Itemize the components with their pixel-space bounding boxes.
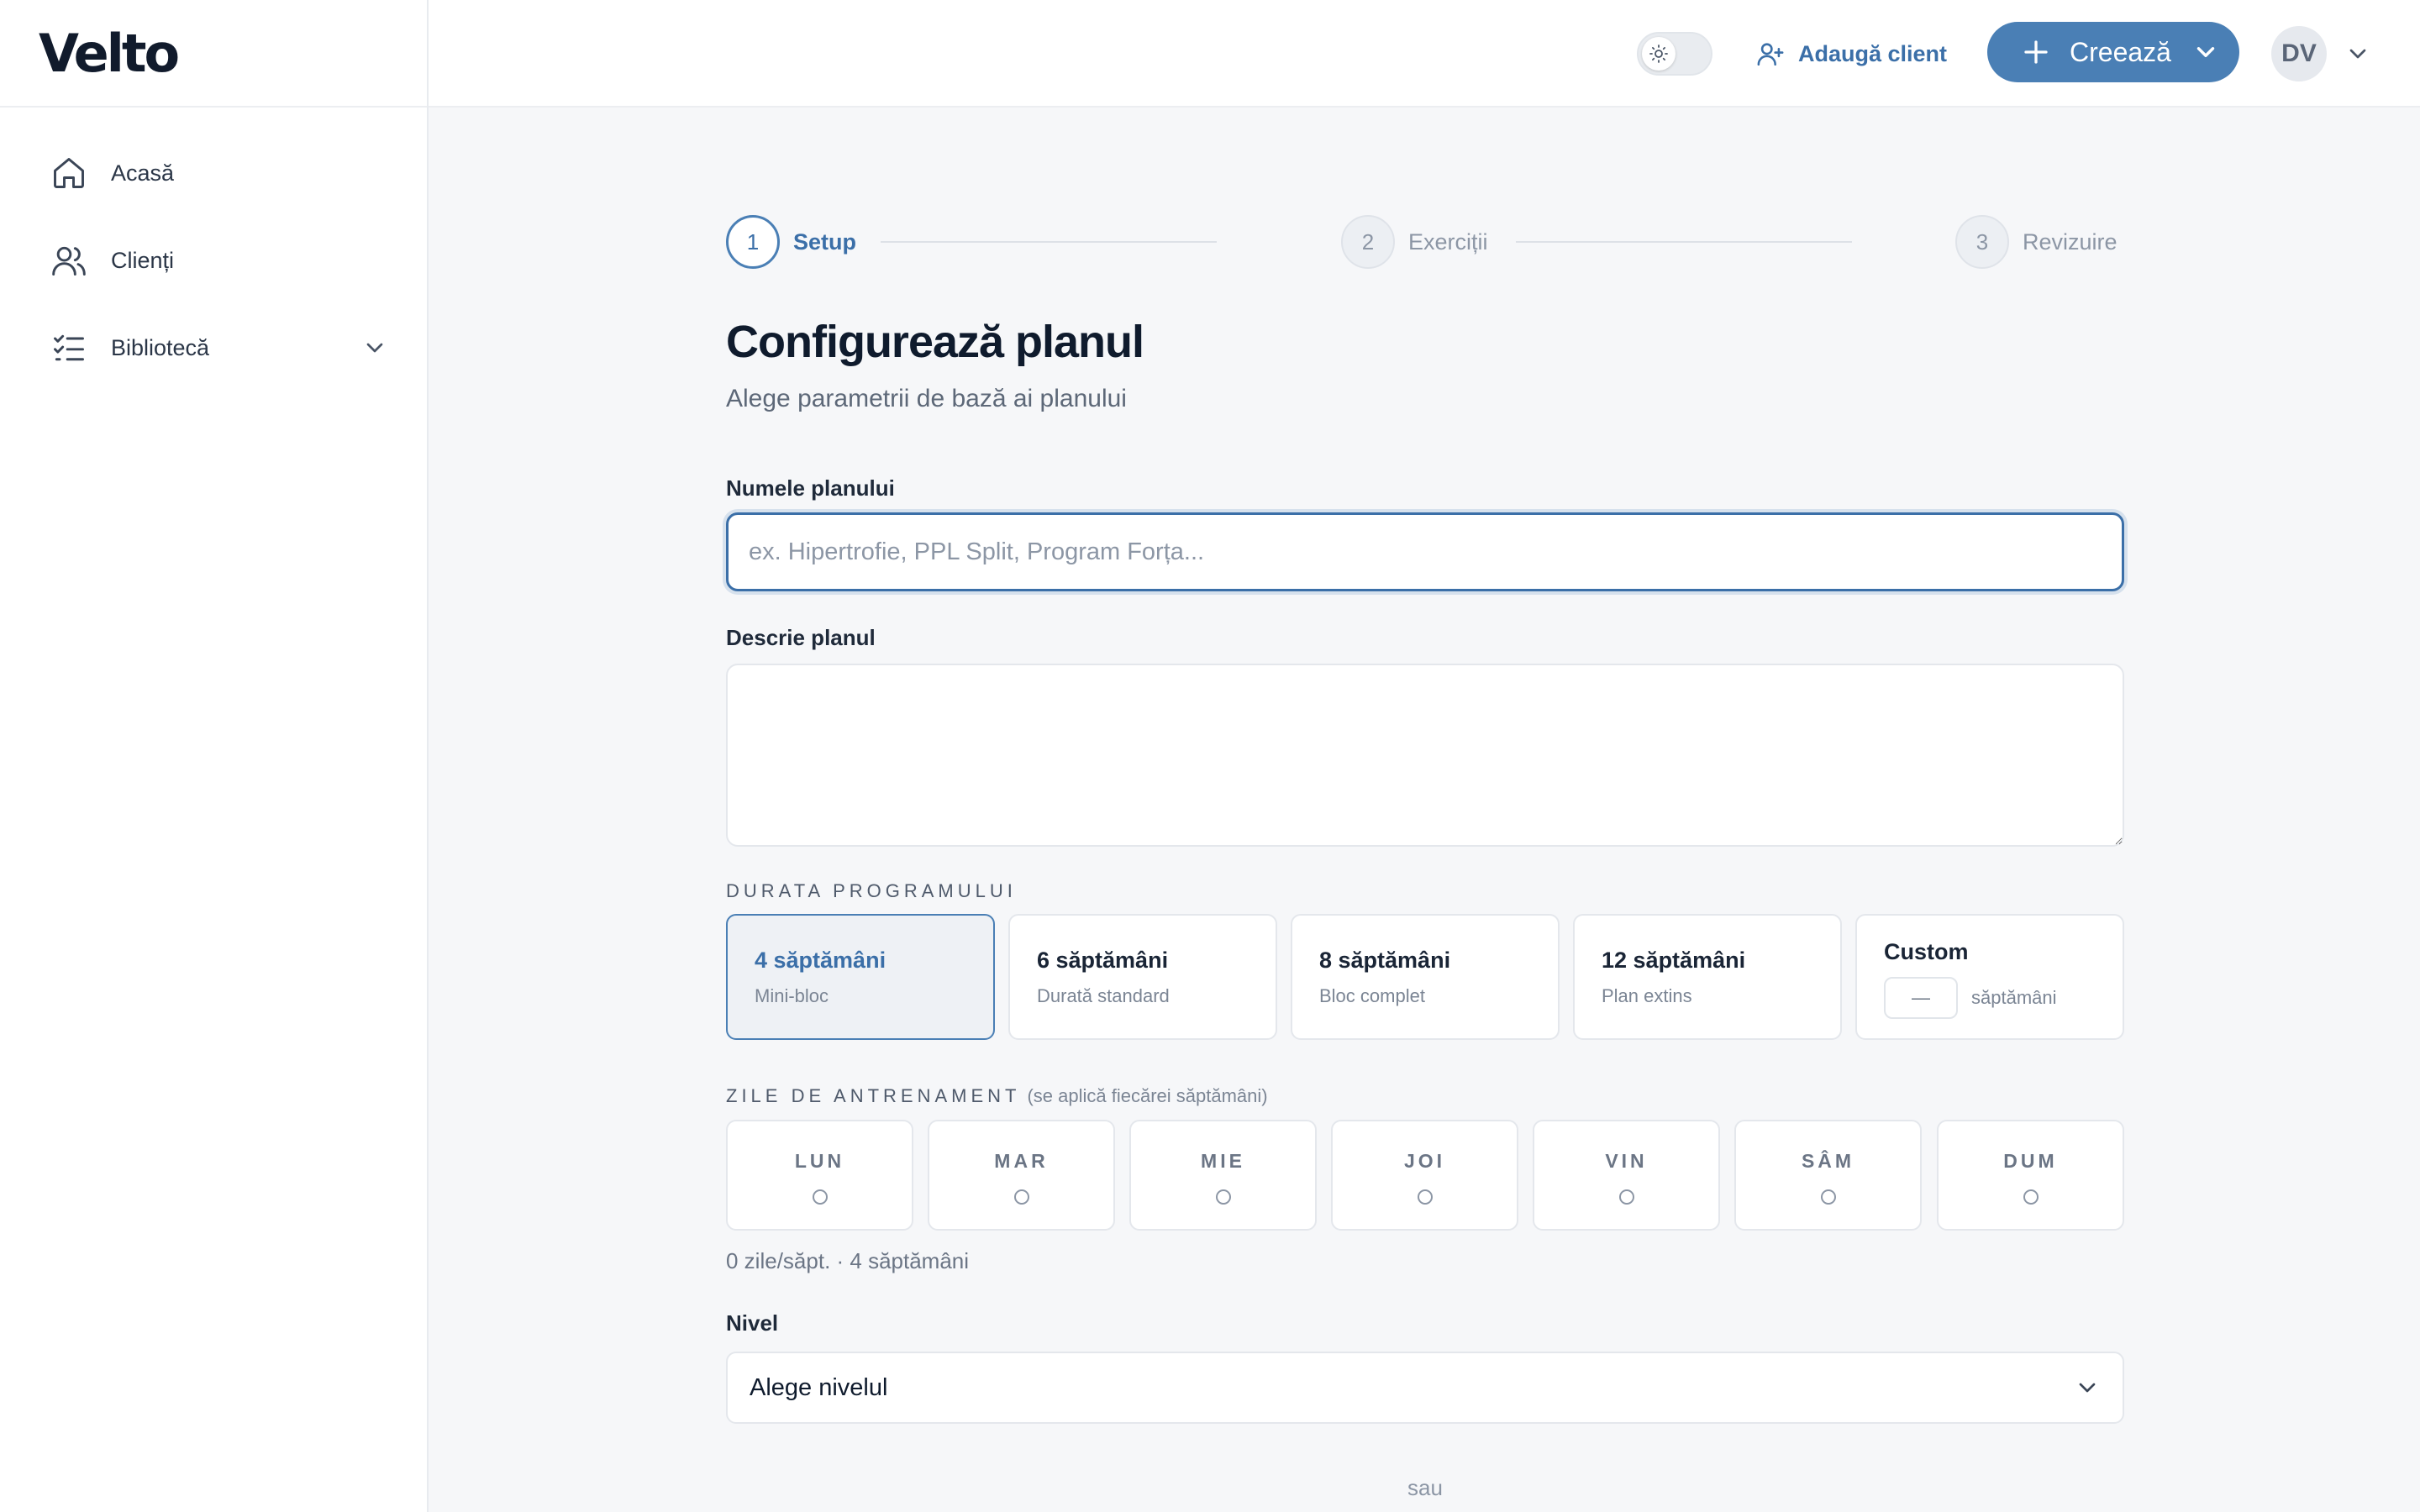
duration-option-6-weeks[interactable]: 6 săptămâni Durată standard — [1008, 914, 1277, 1040]
duration-option-custom[interactable]: Custom — săptămâni — [1855, 914, 2124, 1040]
checklist-icon — [54, 334, 84, 361]
duration-option-12-weeks[interactable]: 12 săptămâni Plan extins — [1573, 914, 1842, 1040]
day-name: MIE — [1201, 1150, 1245, 1172]
day-radio — [1820, 1189, 1836, 1205]
duration-option-title: 12 săptămâni — [1602, 948, 1746, 973]
day-radio — [2023, 1189, 2039, 1205]
day-name: LUN — [794, 1150, 845, 1172]
duration-option-title: Custom — [1884, 939, 1969, 964]
day-toggle-wed[interactable]: MIE — [1129, 1120, 1317, 1231]
day-toggle-fri[interactable]: VIN — [1533, 1120, 1720, 1231]
step-setup[interactable]: 1 Setup — [726, 215, 856, 269]
day-name: VIN — [1605, 1150, 1648, 1172]
day-radio — [1215, 1189, 1231, 1205]
level-select[interactable]: Alege nivelul — [726, 1352, 2124, 1424]
brand-logo[interactable]: Velto — [39, 23, 180, 84]
duration-option-subtitle: Plan extins — [1602, 985, 1692, 1006]
duration-option-4-weeks[interactable]: 4 săptămâni Mini-bloc — [726, 914, 995, 1040]
level-label: Nivel — [726, 1310, 779, 1336]
day-toggle-sun[interactable]: DUM — [1937, 1120, 2124, 1231]
plan-name-label: Numele planului — [726, 475, 895, 501]
step-number: 3 — [1955, 215, 2009, 269]
plan-description-label: Descrie planul — [726, 625, 876, 650]
day-name: MAR — [994, 1150, 1049, 1172]
sidebar: Velto Acasă Clienți Bibliotecă — [0, 0, 429, 1512]
step-review[interactable]: 3 Revizuire — [1955, 215, 2118, 269]
page-subtitle: Alege parametrii de bază ai planului — [726, 385, 1127, 412]
sidebar-item-library[interactable]: Bibliotecă — [50, 321, 388, 375]
users-icon — [52, 246, 86, 276]
duration-option-subtitle: Durată standard — [1037, 985, 1170, 1006]
day-radio — [1618, 1189, 1634, 1205]
duration-option-subtitle: Bloc complet — [1319, 985, 1425, 1006]
day-name: DUM — [2003, 1150, 2058, 1172]
stepper-connector — [881, 241, 1217, 243]
custom-weeks-input[interactable]: — — [1884, 977, 1958, 1019]
duration-option-subtitle: Mini-bloc — [755, 985, 829, 1006]
day-toggle-thu[interactable]: JOI — [1331, 1120, 1518, 1231]
custom-weeks-unit: săptămâni — [1971, 987, 2057, 1008]
sidebar-item-clients[interactable]: Clienți — [50, 234, 388, 287]
brand-header: Velto — [0, 0, 427, 108]
duration-options: 4 săptămâni Mini-bloc 6 săptămâni Durată… — [726, 914, 2124, 1040]
day-radio — [812, 1189, 828, 1205]
day-name: SÂM — [1801, 1150, 1855, 1172]
training-days: LUN MAR MIE JOI VIN SÂM DUM — [726, 1120, 2124, 1231]
sidebar-item-label: Bibliotecă — [111, 334, 210, 360]
day-toggle-tue[interactable]: MAR — [928, 1120, 1115, 1231]
day-radio — [1013, 1189, 1029, 1205]
stepper-connector — [1516, 241, 1852, 243]
duration-option-title: 6 săptămâni — [1037, 948, 1169, 973]
home-icon — [54, 158, 84, 188]
sidebar-nav: Acasă Clienți Bibliotecă — [0, 108, 427, 375]
avatar[interactable]: DV — [2271, 26, 2327, 81]
sidebar-item-label: Acasă — [111, 160, 175, 186]
days-section-label: ZILE DE ANTRENAMENT (se aplică fiecărei s… — [726, 1085, 1268, 1107]
sidebar-item-label: Clienți — [111, 247, 175, 273]
days-section-hint: (se aplică fiecărei săptămâni) — [1027, 1085, 1268, 1106]
sidebar-item-home[interactable]: Acasă — [50, 146, 388, 200]
duration-section-title: DURATA PROGRAMULUI — [726, 880, 1017, 901]
chevron-down-icon — [2196, 47, 2215, 57]
duration-option-title: 8 săptămâni — [1319, 948, 1451, 973]
custom-duration-row: — săptămâni — [1884, 977, 2123, 1019]
step-label: Setup — [793, 228, 857, 255]
step-number: 2 — [1341, 215, 1395, 269]
or-divider-text: sau — [1407, 1475, 1443, 1500]
level-select-value: Alege nivelul — [750, 1373, 888, 1401]
chevron-down-icon[interactable] — [2344, 40, 2371, 67]
chevron-down-icon[interactable] — [361, 334, 388, 361]
step-exercises[interactable]: 2 Exerciții — [1341, 215, 1488, 269]
day-toggle-mon[interactable]: LUN — [726, 1120, 913, 1231]
day-radio — [1417, 1189, 1433, 1205]
main-content: 1 Setup 2 Exerciții 3 Revizuire Configur… — [726, 0, 2124, 1512]
days-summary: 0 zile/săpt. · 4 săptămâni — [726, 1248, 970, 1273]
step-label: Revizuire — [2023, 228, 2118, 255]
day-name: JOI — [1403, 1150, 1446, 1172]
duration-option-8-weeks[interactable]: 8 săptămâni Bloc complet — [1291, 914, 1560, 1040]
duration-option-title: 4 săptămâni — [755, 948, 886, 973]
days-section-title: ZILE DE ANTRENAMENT — [726, 1085, 1021, 1106]
chevron-down-icon — [2079, 1383, 2096, 1393]
page-title: Configurează planul — [726, 317, 1144, 367]
duration-section-label: DURATA PROGRAMULUI — [726, 880, 1017, 902]
step-label: Exerciții — [1408, 228, 1488, 255]
plan-description-textarea[interactable] — [726, 664, 2124, 847]
step-number: 1 — [726, 215, 780, 269]
stepper: 1 Setup 2 Exerciții 3 Revizuire — [726, 215, 2124, 269]
plan-name-input[interactable] — [726, 512, 2124, 591]
day-toggle-sat[interactable]: SÂM — [1734, 1120, 1922, 1231]
